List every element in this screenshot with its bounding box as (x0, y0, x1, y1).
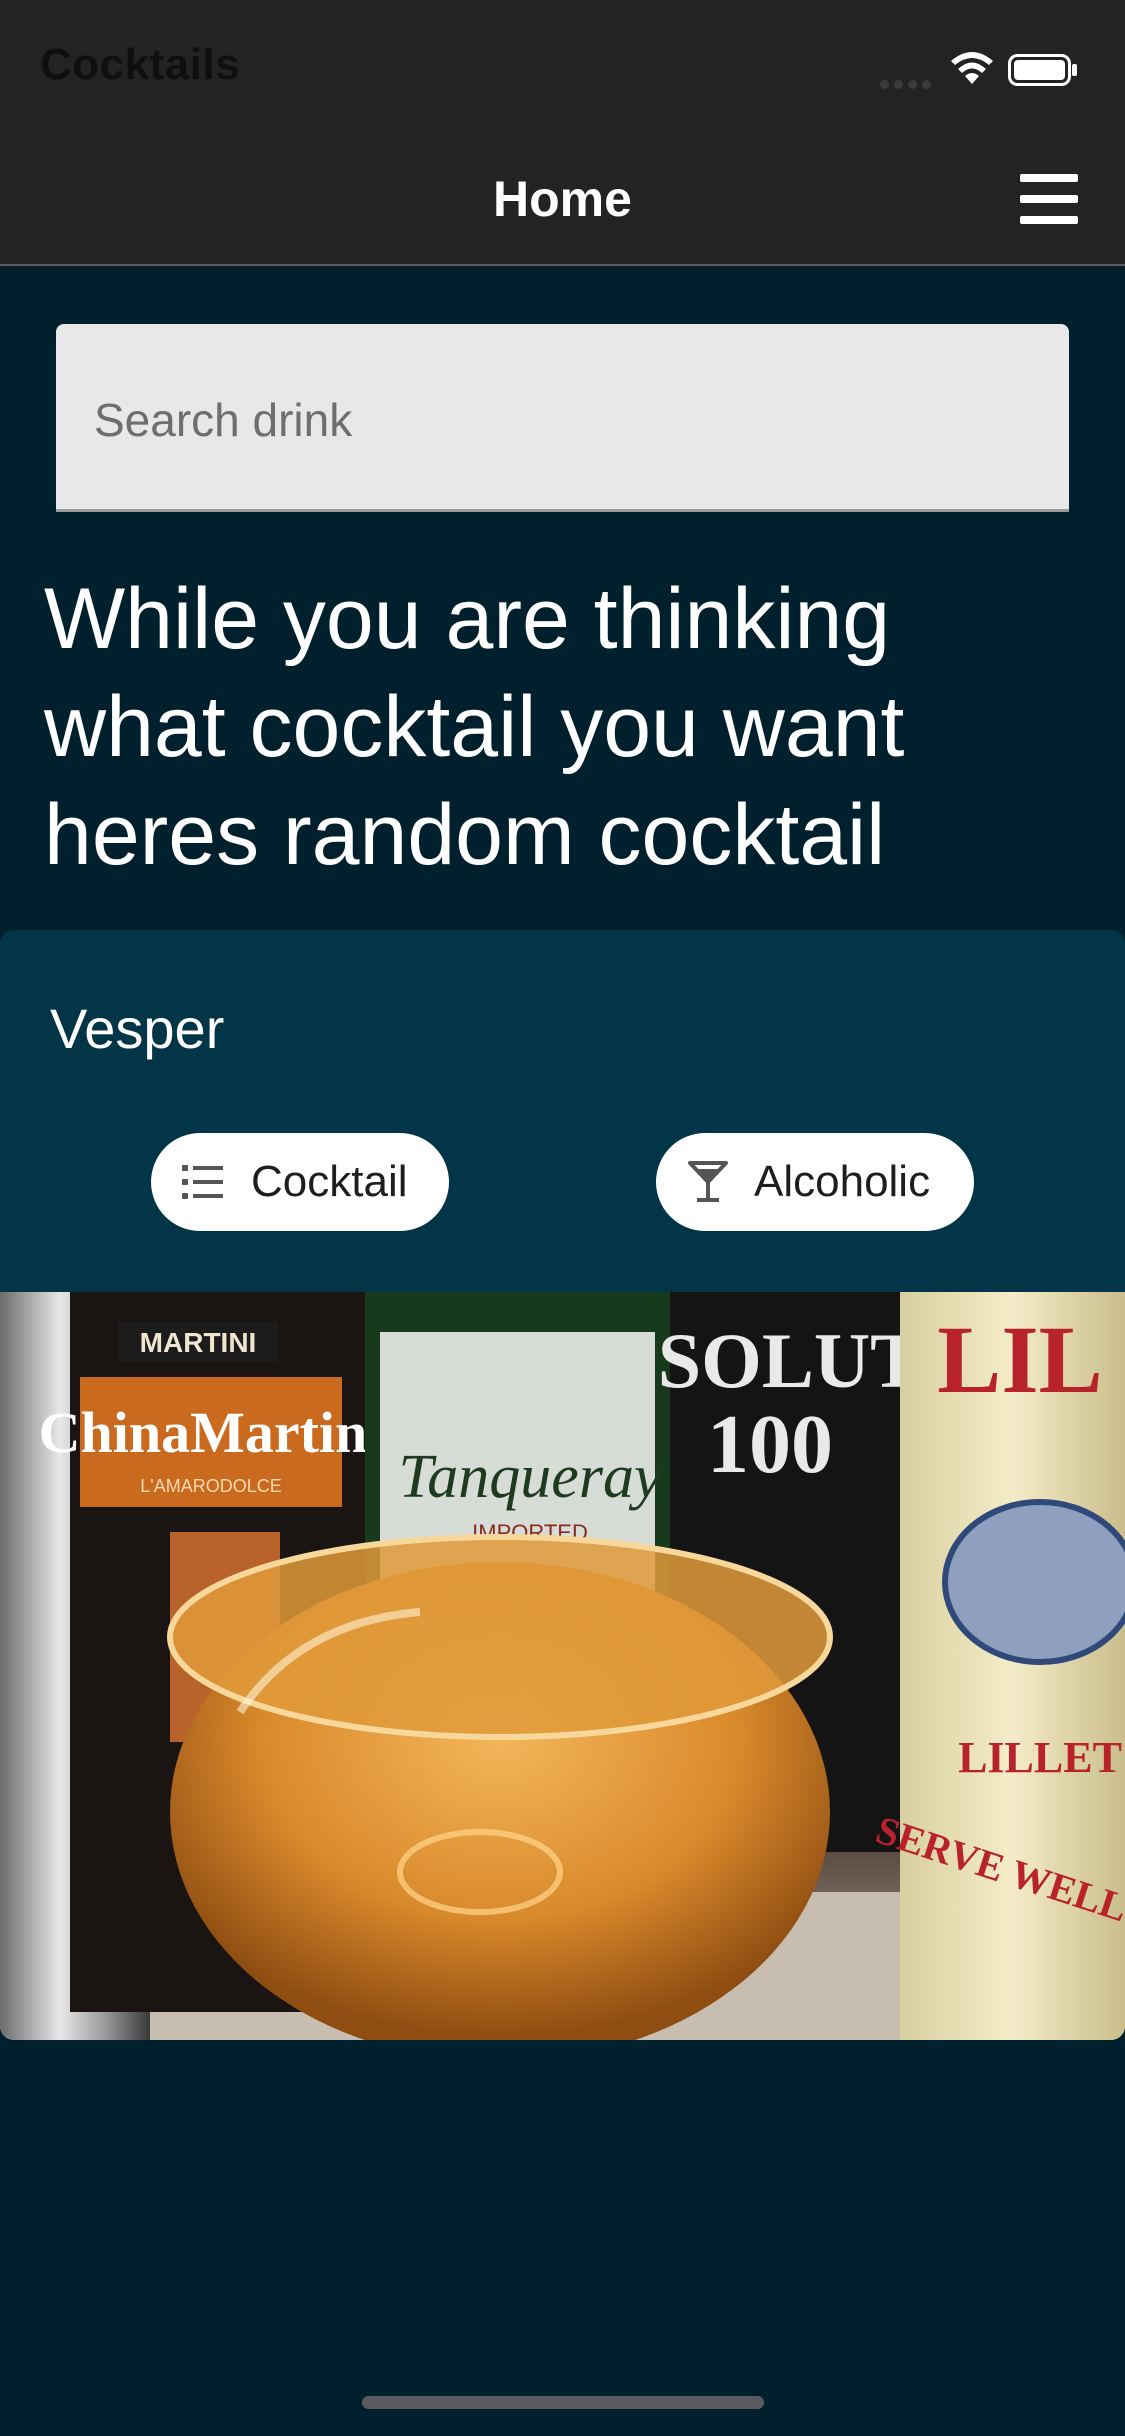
cocktail-photo: MARTINI ChinaMartini L'AMARODOLCE Tanque… (0, 1292, 1125, 2040)
martini-glass-icon (688, 1161, 728, 1202)
list-icon (182, 1165, 223, 1199)
category-chip-label: Cocktail (251, 1157, 408, 1206)
hamburger-menu-icon[interactable] (1020, 174, 1078, 224)
cocktail-photo-illustration: MARTINI ChinaMartini L'AMARODOLCE Tanque… (0, 1292, 1125, 2040)
status-bar: Cocktails (0, 0, 1125, 140)
search-input[interactable] (92, 384, 996, 456)
intro-text: While you are thinking what cocktail you… (44, 571, 905, 883)
photo-label-lillet-bottom: LILLET (958, 1733, 1122, 1782)
battery-icon (1008, 54, 1077, 86)
alcoholic-chip-label: Alcoholic (754, 1157, 931, 1206)
navigation-bar: Home (0, 140, 1125, 266)
alcoholic-chip[interactable]: Alcoholic (656, 1133, 974, 1231)
photo-label-martini: MARTINI (140, 1327, 257, 1358)
photo-label-absolut-100: 100 (707, 1398, 833, 1491)
search-field[interactable] (56, 324, 1069, 512)
photo-label-absolut: SOLUT (658, 1317, 922, 1404)
wifi-icon (951, 52, 993, 84)
photo-label-amarodolce: L'AMARODOLCE (140, 1476, 281, 1496)
photo-label-china-martini: ChinaMartini (39, 1400, 384, 1465)
photo-label-tanqueray: Tanqueray (399, 1443, 662, 1511)
category-chip[interactable]: Cocktail (151, 1133, 449, 1231)
random-cocktail-card[interactable]: Vesper Cocktail Alcoholic MARTINI ChinaM… (0, 930, 1125, 2040)
page-title: Home (493, 171, 632, 227)
photo-label-lillet: LIL (937, 1306, 1102, 1413)
home-indicator[interactable] (362, 2396, 764, 2409)
status-app-name: Cocktails (40, 40, 241, 89)
cellular-signal-icon (880, 76, 936, 89)
cocktail-name: Vesper (50, 997, 225, 1060)
